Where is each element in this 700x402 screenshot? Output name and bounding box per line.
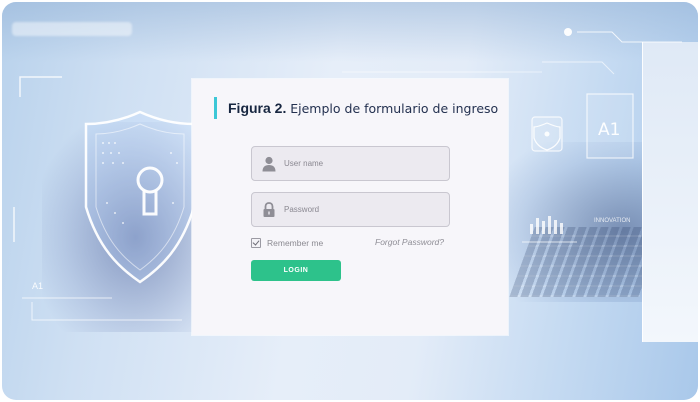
hud-bar-chart	[530, 216, 563, 234]
hud-bracket	[31, 302, 182, 321]
hud-label-innovation: INNOVATION	[594, 218, 630, 224]
remember-checkbox[interactable]	[251, 238, 261, 248]
username-input[interactable]	[284, 147, 444, 180]
lock-icon	[263, 202, 275, 217]
username-field[interactable]	[251, 146, 450, 181]
hud-label-a1-left: A1	[32, 281, 43, 291]
hud-bracket	[19, 76, 62, 97]
remember-label: Remember me	[267, 238, 324, 248]
login-button[interactable]: LOGIN	[251, 260, 341, 281]
hud-circuit	[577, 31, 682, 43]
hud-circuit	[542, 61, 615, 75]
hud-node	[564, 28, 572, 36]
remember-me[interactable]: Remember me	[251, 237, 323, 249]
shield-icon	[84, 110, 196, 284]
user-icon	[262, 156, 276, 172]
figure-caption: Figura 2. Ejemplo de formulario de ingre…	[214, 97, 498, 119]
hud-label-a1-right: A1	[598, 120, 620, 140]
figure-title: Ejemplo de formulario de ingreso	[290, 101, 499, 116]
forgot-password-link[interactable]: Forgot Password?	[375, 237, 444, 247]
login-card: Figura 2. Ejemplo de formulario de ingre…	[192, 79, 508, 335]
figure-number: Figura 2.	[228, 100, 287, 116]
password-input[interactable]	[284, 193, 444, 226]
small-keyhole-icon	[544, 131, 550, 137]
password-field[interactable]	[251, 192, 450, 227]
